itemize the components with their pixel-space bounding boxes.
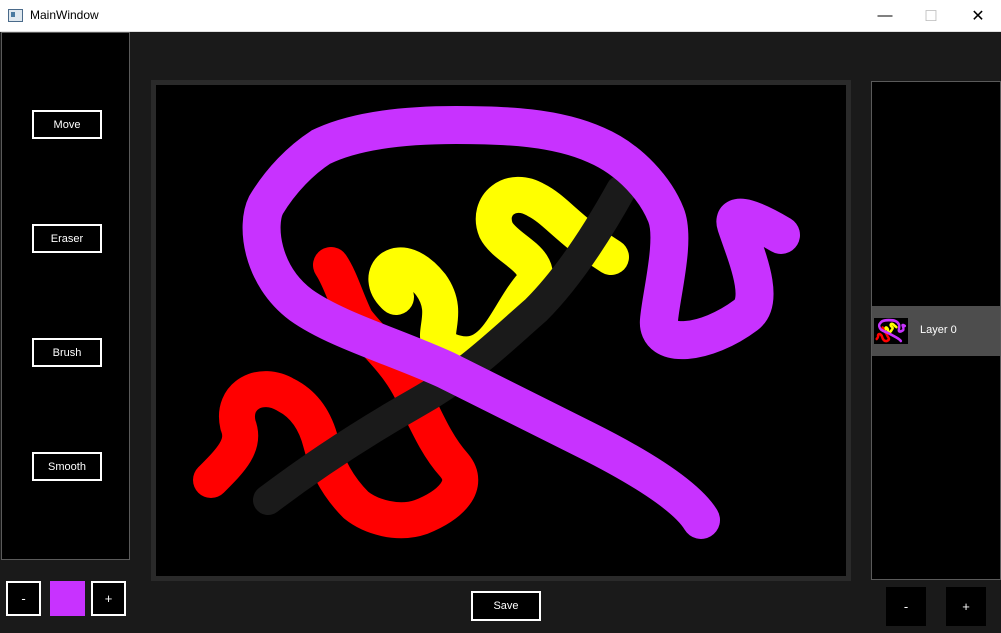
layer-item[interactable]: Layer 0	[872, 306, 1000, 356]
smooth-tool-button[interactable]: Smooth	[32, 452, 102, 481]
brush-size-decrease-button[interactable]: -	[6, 581, 41, 616]
layer-label: Layer 0	[920, 324, 957, 336]
tool-panel: Move Eraser Brush Smooth	[1, 32, 130, 560]
brush-size-increase-button[interactable]: +	[91, 581, 126, 616]
eraser-tool-button[interactable]: Eraser	[32, 224, 102, 253]
title-bar: MainWindow — ☐ ✕	[0, 0, 1001, 32]
window-title: MainWindow	[30, 8, 99, 22]
move-tool-button[interactable]: Move	[32, 110, 102, 139]
layers-panel: Layer 0	[871, 81, 1001, 580]
app-window-icon	[8, 9, 23, 22]
layer-thumbnail	[874, 318, 908, 344]
brush-tool-button[interactable]: Brush	[32, 338, 102, 367]
remove-layer-button[interactable]: -	[886, 587, 926, 626]
add-layer-button[interactable]: +	[946, 587, 986, 626]
current-color-swatch[interactable]	[50, 581, 85, 616]
drawing-canvas[interactable]	[156, 85, 846, 576]
maximize-button[interactable]: ☐	[908, 0, 954, 31]
close-button[interactable]: ✕	[955, 0, 1001, 31]
canvas-frame	[151, 80, 851, 581]
minimize-button[interactable]: —	[862, 0, 908, 31]
save-button[interactable]: Save	[471, 591, 541, 621]
